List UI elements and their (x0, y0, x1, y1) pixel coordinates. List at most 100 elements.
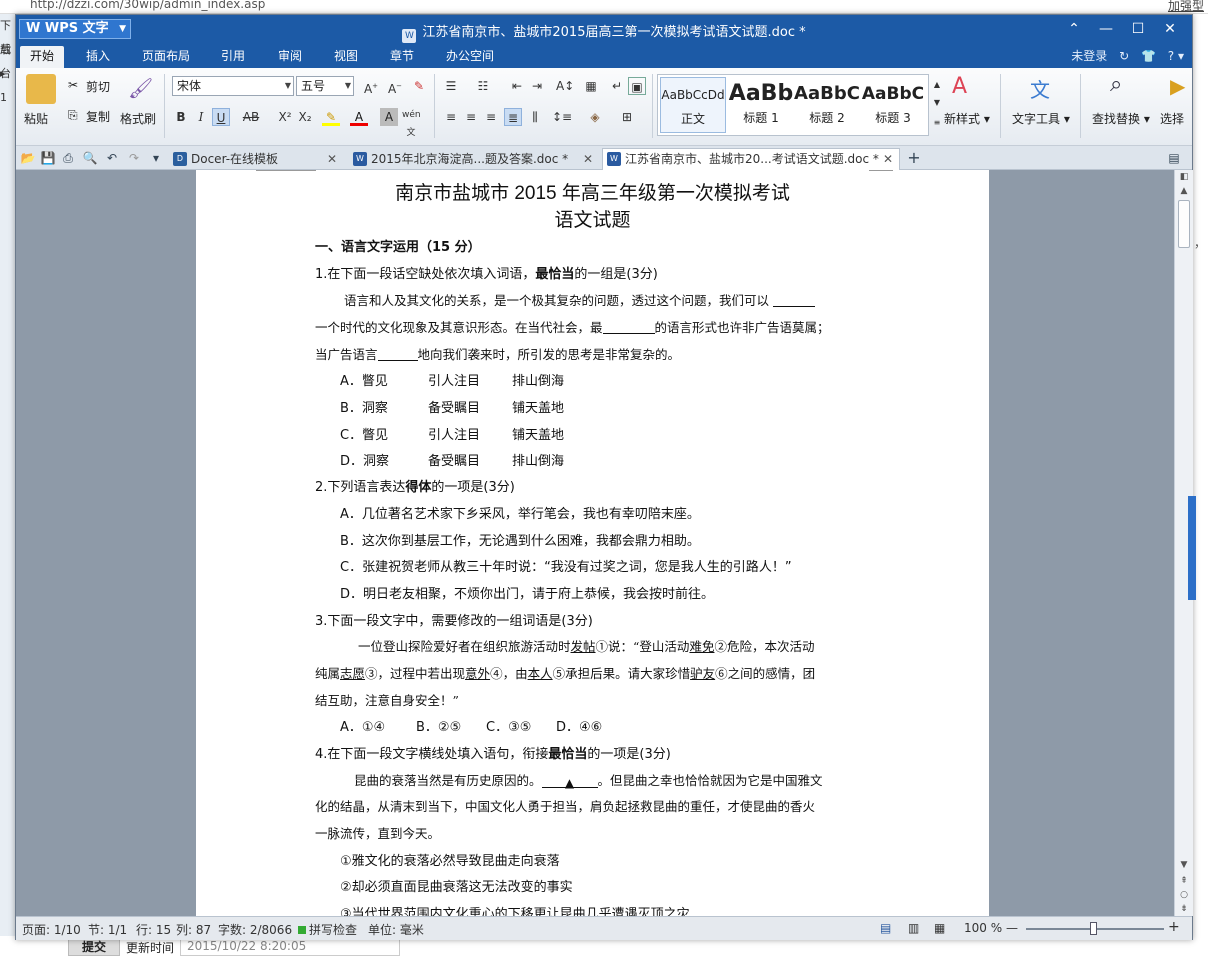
increase-indent-icon[interactable]: ⇥ (528, 77, 546, 95)
align-left-icon[interactable]: ≡ (442, 108, 460, 126)
tab-insert[interactable]: 插入 (76, 46, 120, 68)
text-tools-button[interactable]: 文字工具 ▾ (1012, 110, 1070, 127)
borders-icon[interactable]: ⊞ (618, 108, 636, 126)
browse-object-icon[interactable]: ○ (1175, 890, 1193, 900)
subscript-icon[interactable]: X₂ (296, 108, 314, 126)
spell-check[interactable]: 拼写检查 (298, 921, 357, 938)
style-normal[interactable]: AaBbCcDd 正文 (660, 77, 726, 133)
maximize-button[interactable]: ☐ (1122, 17, 1154, 41)
copy-button[interactable]: 复制 (86, 108, 110, 125)
doc-tab-beijing[interactable]: W 2015年北京海淀高...题及答案.doc * ✕ (348, 148, 600, 170)
text-direction-icon[interactable]: A↕ (556, 77, 574, 95)
redo-icon[interactable]: ↷ (126, 150, 142, 166)
clear-format-icon[interactable]: ✎ (410, 77, 428, 95)
tab-references[interactable]: 引用 (211, 46, 255, 68)
justify-icon[interactable]: ≣ (504, 108, 522, 126)
format-painter-icon[interactable]: 🖌 (128, 76, 153, 100)
tab-chapter[interactable]: 章节 (380, 46, 424, 68)
zoom-in-button[interactable]: + (1168, 919, 1180, 935)
cut-button[interactable]: 剪切 (86, 78, 110, 95)
web-view-icon[interactable]: ▦ (934, 921, 945, 935)
shrink-font-icon[interactable]: A− (386, 77, 404, 96)
outline-view-icon[interactable]: ▥ (908, 921, 919, 935)
strikethrough-icon[interactable]: AB (242, 108, 260, 126)
unit-indicator[interactable]: 单位: 毫米 (368, 921, 424, 938)
copy-icon[interactable]: ⎘ (68, 108, 78, 123)
paste-icon[interactable] (26, 74, 56, 104)
skin-icon[interactable]: 👕 (1141, 49, 1156, 63)
new-style-button[interactable]: 新样式 ▾ (944, 110, 990, 127)
text-tools-icon[interactable]: 文 (1030, 74, 1050, 103)
new-style-icon[interactable]: A (952, 74, 967, 99)
doc-tab-jiangsu[interactable]: W 江苏省南京市、盐城市20...考试语文试题.doc * ✕ (602, 148, 900, 170)
distribute-icon[interactable]: ⫼ (526, 108, 544, 126)
tab-review[interactable]: 审阅 (268, 46, 312, 68)
align-center-icon[interactable]: ≡ (462, 108, 480, 126)
open-folder-icon[interactable]: 📂 (20, 150, 36, 166)
decrease-indent-icon[interactable]: ⇤ (508, 77, 526, 95)
table-icon[interactable]: ▦ (582, 77, 600, 95)
style-heading-2[interactable]: AaBbC 标题 2 (794, 77, 860, 133)
select-button[interactable]: 选择 (1160, 110, 1184, 127)
tab-home[interactable]: 开始 (20, 46, 65, 68)
paragraph-mark-icon[interactable]: ↵ (608, 77, 626, 95)
italic-icon[interactable]: I (192, 108, 210, 126)
tab-view[interactable]: 视图 (324, 46, 368, 68)
document-page[interactable]: 南京市盐城市 2015 年高三年级第一次模拟考试 语文试题 一、语言文字运用（1… (196, 170, 989, 916)
zoom-out-button[interactable]: — (1006, 921, 1018, 935)
format-painter-button[interactable]: 格式刷 (120, 110, 156, 127)
close-tab-icon[interactable]: ✕ (883, 149, 893, 169)
prev-page-icon[interactable]: ⇞ (1175, 876, 1193, 886)
right-link[interactable]: 加强型 (1168, 0, 1204, 14)
phonetic-guide-icon[interactable]: wén 文 (402, 106, 421, 138)
bullet-list-icon[interactable]: ☰ (442, 77, 460, 95)
zoom-slider-handle[interactable] (1090, 922, 1097, 935)
side-panel-handle[interactable] (1188, 496, 1196, 600)
chevron-up-icon[interactable]: ▲ (928, 76, 946, 94)
zoom-slider[interactable] (1026, 922, 1164, 935)
print-preview-icon[interactable]: 🔍 (82, 150, 98, 166)
binoculars-icon[interactable]: ⌕ (1110, 72, 1122, 97)
shading-icon[interactable]: ◈ (586, 108, 604, 126)
doc-tab-docer[interactable]: D Docer-在线模板 ✕ (168, 148, 344, 170)
select-icon[interactable]: ▶ (1170, 74, 1185, 98)
tab-page-layout[interactable]: 页面布局 (132, 46, 200, 68)
address-url[interactable]: http://dzzi.com/30wip/admin_index.asp (30, 0, 265, 11)
close-tab-icon[interactable]: ✕ (327, 149, 337, 169)
chevron-up-icon[interactable]: ▲ (1175, 186, 1193, 196)
close-button[interactable]: ✕ (1154, 17, 1186, 41)
next-page-icon[interactable]: ⇟ (1175, 904, 1193, 914)
line-spacing-icon[interactable]: ↕≡ (552, 108, 572, 126)
highlight-icon[interactable]: ✎ (322, 108, 340, 126)
bold-icon[interactable]: B (172, 108, 190, 126)
customize-icon[interactable]: ▾ (148, 150, 164, 166)
superscript-icon[interactable]: X² (276, 108, 294, 126)
font-color-icon[interactable]: A (350, 108, 368, 126)
underline-icon[interactable]: U (212, 108, 230, 126)
help-button[interactable]: ? (1168, 49, 1174, 63)
tab-list-icon[interactable]: ▤ (1166, 150, 1182, 166)
font-name-select[interactable]: 宋体 ▼ (172, 76, 294, 96)
browser-address-bar[interactable]: http://dzzi.com/30wip/admin_index.asp 加强… (0, 0, 1208, 14)
print-icon[interactable]: ⎙ (60, 150, 76, 166)
zoom-level[interactable]: 100 % (964, 921, 1002, 935)
style-heading-1[interactable]: AaBb 标题 1 (728, 77, 794, 133)
tab-office-space[interactable]: 办公空间 (436, 46, 504, 68)
new-tab-icon[interactable]: + (906, 150, 922, 166)
align-right-icon[interactable]: ≡ (482, 108, 500, 126)
chevron-down-icon[interactable]: ▾ (1178, 49, 1184, 63)
paste-button[interactable]: 粘贴 (24, 110, 48, 127)
scroll-thumb[interactable] (1178, 200, 1190, 248)
page-indicator[interactable]: 页面: 1/10 (22, 921, 81, 938)
submit-button[interactable]: 提交 (68, 938, 120, 956)
collapse-ribbon-button[interactable]: ⌃ (1058, 17, 1090, 41)
scissors-icon[interactable]: ✂ (68, 78, 78, 92)
sync-icon[interactable]: ↻ (1119, 49, 1129, 63)
numbered-list-icon[interactable]: ☷ (474, 77, 492, 95)
chevron-down-icon[interactable]: ▼ (1175, 860, 1193, 870)
login-status[interactable]: 未登录 (1071, 49, 1107, 63)
find-replace-button[interactable]: 查找替换 ▾ (1092, 110, 1150, 127)
char-shading-icon[interactable]: A (380, 108, 398, 126)
word-count[interactable]: 字数: 2/8066 (218, 921, 292, 938)
style-heading-3[interactable]: AaBbC 标题 3 (860, 77, 926, 133)
